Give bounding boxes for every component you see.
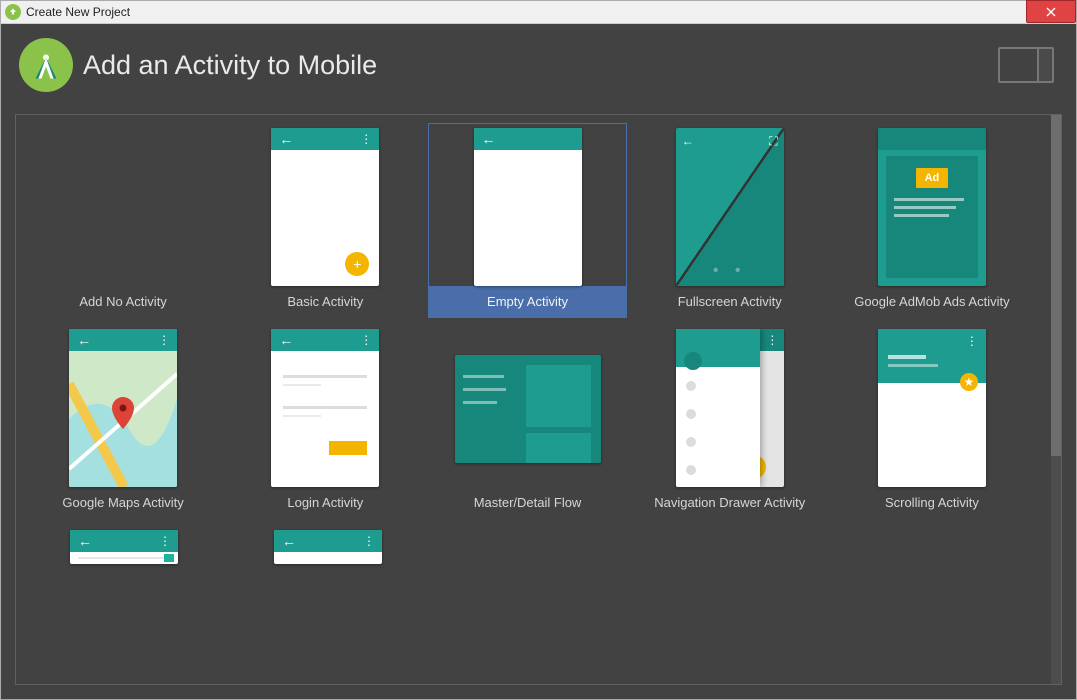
overflow-icon: ⋮ bbox=[159, 537, 170, 545]
star-fab-icon: ★ bbox=[960, 373, 978, 391]
template-label: Google AdMob Ads Activity bbox=[834, 286, 1030, 317]
create-project-dialog: Create New Project Add an Activity to Mo… bbox=[0, 0, 1077, 700]
fab-icon: + bbox=[345, 252, 369, 276]
template-google-maps-activity[interactable]: ←⋮ Google Maps Activity bbox=[24, 324, 222, 519]
template-thumb: ⋮ ★ bbox=[878, 329, 986, 487]
template-google-admob-ads-activity[interactable]: Ad Google AdMob Ads Activity bbox=[833, 123, 1031, 318]
android-studio-logo-icon bbox=[19, 38, 73, 92]
template-add-no-activity[interactable]: Add No Activity bbox=[24, 123, 222, 318]
template-row: ←⋮ ←⋮ bbox=[24, 525, 1031, 565]
dialog-body: Add an Activity to Mobile Add No Activit… bbox=[0, 24, 1077, 700]
template-thumb: ← ⛶ • • bbox=[676, 128, 784, 286]
template-fullscreen-activity[interactable]: ← ⛶ • • Fullscreen Activity bbox=[631, 123, 829, 318]
avatar-icon bbox=[684, 352, 702, 370]
form-factor-icon bbox=[998, 47, 1054, 83]
template-thumb: ←⋮ bbox=[70, 530, 178, 564]
template-label: Scrolling Activity bbox=[834, 487, 1030, 518]
template-label: Login Activity bbox=[227, 487, 423, 518]
template-gallery-viewport: Add No Activity ←⋮ + Basic Activity ← bbox=[16, 115, 1051, 684]
template-thumb: ← bbox=[474, 128, 582, 286]
back-arrow-icon: ← bbox=[282, 533, 296, 549]
ad-badge: Ad bbox=[916, 168, 948, 188]
back-arrow-icon: ← bbox=[279, 131, 293, 147]
template-label: Empty Activity bbox=[429, 286, 625, 317]
gallery-scrollbar[interactable] bbox=[1051, 115, 1061, 684]
template-thumb: ←⋮ bbox=[69, 329, 177, 487]
back-arrow-icon: ← bbox=[279, 332, 293, 348]
close-button[interactable] bbox=[1026, 0, 1076, 23]
template-row: Add No Activity ← ⋮ + Basic Activity ← bbox=[24, 123, 1031, 318]
pager-dots-icon: • • bbox=[676, 262, 784, 280]
template-master-detail-flow[interactable]: Master/Detail Flow bbox=[428, 324, 626, 519]
template-partial-2[interactable]: ←⋮ bbox=[228, 525, 428, 565]
template-label: Navigation Drawer Activity bbox=[632, 487, 828, 518]
template-login-activity[interactable]: ←⋮ Login Activity bbox=[226, 324, 424, 519]
android-studio-icon bbox=[5, 4, 21, 20]
template-label: Basic Activity bbox=[227, 286, 423, 317]
window-title: Create New Project bbox=[26, 5, 130, 19]
overflow-icon: ⋮ bbox=[360, 336, 371, 344]
template-label: Add No Activity bbox=[25, 286, 221, 317]
back-arrow-icon: ← bbox=[78, 533, 92, 549]
back-arrow-icon: ← bbox=[482, 131, 496, 147]
template-gallery: Add No Activity ←⋮ + Basic Activity ← bbox=[15, 114, 1062, 685]
template-row: ←⋮ Google Maps Activity bbox=[24, 324, 1031, 519]
template-partial-1[interactable]: ←⋮ bbox=[24, 525, 224, 565]
dialog-header: Add an Activity to Mobile bbox=[19, 38, 1062, 92]
title-bar[interactable]: Create New Project bbox=[0, 0, 1077, 24]
back-arrow-icon: ← bbox=[682, 134, 694, 149]
template-empty-activity[interactable]: ← Empty Activity bbox=[428, 123, 626, 318]
template-thumb bbox=[69, 128, 177, 286]
template-label: Master/Detail Flow bbox=[429, 487, 625, 518]
template-thumb bbox=[455, 355, 601, 463]
template-scrolling-activity[interactable]: ⋮ ★ Scrolling Activity bbox=[833, 324, 1031, 519]
template-label: Google Maps Activity bbox=[25, 487, 221, 518]
template-thumb: ← ⋮ + bbox=[271, 128, 379, 286]
template-thumb: ⋮ + bbox=[676, 329, 784, 487]
template-navigation-drawer-activity[interactable]: ⋮ + Navigation Drawer Activity bbox=[631, 324, 829, 519]
template-basic-activity[interactable]: ← ⋮ + Basic Activity bbox=[226, 123, 424, 318]
page-title: Add an Activity to Mobile bbox=[83, 50, 377, 81]
template-thumb: Ad bbox=[878, 128, 986, 286]
overflow-icon: ⋮ bbox=[363, 537, 374, 545]
scrollbar-thumb[interactable] bbox=[1051, 115, 1061, 456]
fullscreen-icon: ⛶ bbox=[769, 134, 777, 149]
template-thumb: ←⋮ bbox=[271, 329, 379, 487]
overflow-icon: ⋮ bbox=[766, 336, 777, 344]
template-thumb: ←⋮ bbox=[274, 530, 382, 564]
template-label: Fullscreen Activity bbox=[632, 286, 828, 317]
overflow-icon: ⋮ bbox=[966, 334, 978, 348]
overflow-icon: ⋮ bbox=[360, 135, 371, 143]
